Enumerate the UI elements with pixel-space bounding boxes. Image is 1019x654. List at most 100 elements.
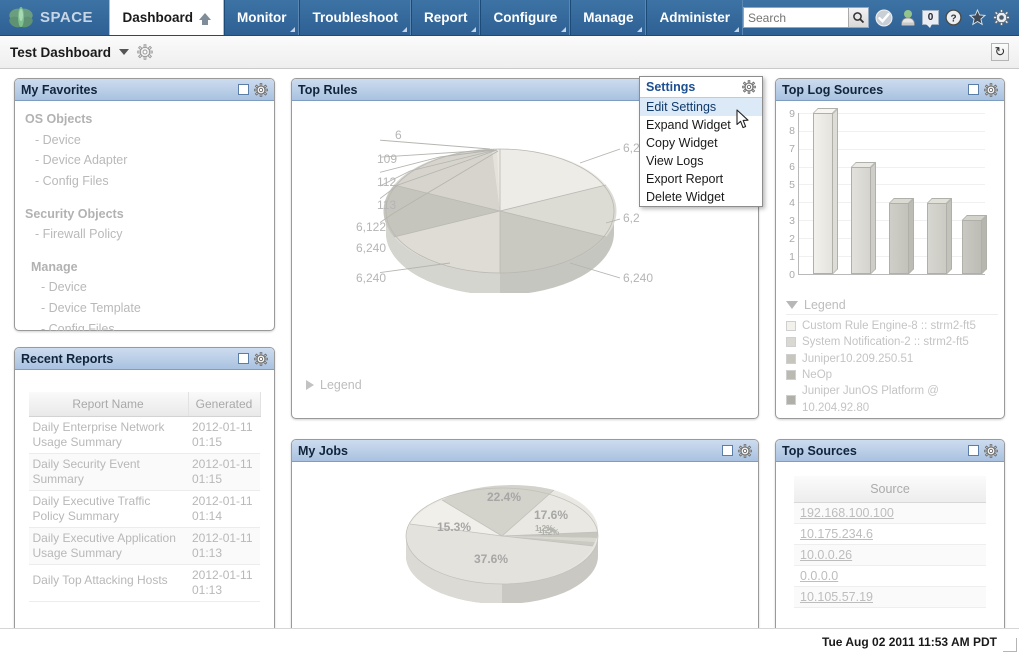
tab-troubleshoot[interactable]: Troubleshoot xyxy=(299,0,411,35)
source-link[interactable]: 192.168.100.100 xyxy=(800,506,894,520)
favorites-group-label: Security Objects xyxy=(25,206,124,221)
favorites-item[interactable]: - Device Template xyxy=(25,298,264,319)
tab-dashboard-label: Dashboard xyxy=(122,10,193,25)
favorite-star-icon[interactable] xyxy=(968,8,987,27)
dashboard-gear-icon[interactable] xyxy=(137,44,153,60)
favorites-item[interactable]: - Device xyxy=(25,277,264,298)
leaf-icon xyxy=(8,5,34,31)
table-row[interactable]: 192.168.100.100 xyxy=(794,502,986,524)
menu-item-copy-widget[interactable]: Copy Widget xyxy=(640,134,762,152)
widget-my-favorites: My Favorites OS Objects - Device - Devic… xyxy=(14,78,275,331)
column-header-source[interactable]: Source xyxy=(794,476,986,503)
legend-item[interactable]: Juniper10.209.250.51 xyxy=(786,351,998,367)
source-link[interactable]: 10.0.0.26 xyxy=(800,548,852,562)
tab-dashboard[interactable]: Dashboard xyxy=(109,0,224,35)
pie-label: 6 xyxy=(395,128,402,142)
legend-item[interactable]: Custom Rule Engine-8 :: strm2-ft5 xyxy=(786,318,998,334)
dashboard-toolbar: Test Dashboard ↻ xyxy=(0,36,1019,69)
source-link[interactable]: 10.175.234.6 xyxy=(800,527,873,541)
legend-item-label: Custom Rule Engine-8 :: strm2-ft5 xyxy=(802,320,976,332)
search-icon[interactable] xyxy=(848,8,868,27)
y-axis-tick: 1 xyxy=(789,251,795,263)
resize-grip-icon[interactable] xyxy=(1003,638,1017,652)
widget-settings-gear-icon[interactable] xyxy=(254,351,268,366)
bar-item[interactable] xyxy=(813,108,838,274)
favorites-item[interactable]: - Config Files xyxy=(25,171,264,192)
tab-administer[interactable]: Administer xyxy=(646,0,743,35)
widget-settings-gear-icon[interactable] xyxy=(254,82,268,97)
help-icon[interactable]: ? xyxy=(944,8,963,27)
favorites-item[interactable]: - Device Adapter xyxy=(25,150,264,171)
bar-item[interactable] xyxy=(851,161,876,274)
minimize-checkbox[interactable] xyxy=(722,445,733,456)
legend-item[interactable]: Juniper JunOS Platform @ 10.204.92.80 xyxy=(786,383,998,416)
table-row[interactable]: Daily Top Attacking Hosts 2012-01-11 01:… xyxy=(28,564,260,602)
table-row[interactable]: 10.0.0.26 xyxy=(794,544,986,566)
table-row[interactable]: Daily Executive Traffic Policy Summary 2… xyxy=(28,490,260,528)
tab-report-label: Report xyxy=(423,10,468,25)
check-circle-icon[interactable] xyxy=(874,8,893,27)
source-link[interactable]: 10.105.57.19 xyxy=(800,590,873,604)
chevron-right-icon xyxy=(306,380,314,390)
legend-item[interactable]: NeOp xyxy=(786,367,998,383)
table-header-row: Source xyxy=(794,476,986,503)
user-alert-icon[interactable] xyxy=(898,8,917,27)
menu-item-export-report[interactable]: Export Report xyxy=(640,170,762,188)
menu-item-view-logs[interactable]: View Logs xyxy=(640,152,762,170)
table-row[interactable]: Daily Enterprise Network Usage Summary 2… xyxy=(28,416,260,454)
favorites-item[interactable]: - Firewall Policy xyxy=(25,224,264,245)
widget-top-log-sources-title: Top Log Sources xyxy=(782,82,884,97)
cell-report-name: Daily Security Event Summary xyxy=(28,453,188,491)
minimize-checkbox[interactable] xyxy=(968,445,979,456)
widget-top-rules-title: Top Rules xyxy=(298,82,358,97)
brand-logo[interactable]: SPACE xyxy=(0,0,109,35)
top-rules-legend-toggle[interactable]: Legend xyxy=(306,378,362,392)
legend-items: Custom Rule Engine-8 :: strm2-ft5 System… xyxy=(786,314,998,416)
notification-badge-icon[interactable]: 0 xyxy=(922,10,939,28)
search-box[interactable] xyxy=(743,7,869,28)
pie-label: 113 xyxy=(377,198,397,212)
widget-settings-gear-icon[interactable] xyxy=(738,443,752,458)
minimize-checkbox[interactable] xyxy=(968,84,979,95)
status-bar: Tue Aug 02 2011 11:53 AM PDT xyxy=(0,628,1019,654)
tab-manage[interactable]: Manage xyxy=(570,0,647,35)
bar-item[interactable] xyxy=(962,215,987,274)
cell-report-name: Daily Enterprise Network Usage Summary xyxy=(28,416,188,454)
column-header-report-name[interactable]: Report Name xyxy=(28,392,189,417)
table-row[interactable]: 0.0.0.0 xyxy=(794,565,986,587)
table-row[interactable]: Daily Executive Application Usage Summar… xyxy=(28,527,260,565)
legend-item-label: Juniper JunOS Platform @ 10.204.92.80 xyxy=(802,385,939,414)
legend-swatch-icon xyxy=(786,394,796,405)
top-navigation-bar: SPACE Dashboard Monitor Troubleshoot Rep… xyxy=(0,0,1019,36)
table-row[interactable]: Daily Security Event Summary 2012-01-11 … xyxy=(28,453,260,491)
favorites-item[interactable]: - Device xyxy=(25,130,264,151)
widget-settings-menu: Settings Edit Settings Expand Widget Cop… xyxy=(639,76,763,207)
legend-item[interactable]: System Notification-2 :: strm2-ft5 xyxy=(786,334,998,350)
tab-monitor[interactable]: Monitor xyxy=(223,0,300,35)
widget-settings-gear-icon[interactable] xyxy=(984,82,998,97)
pie-label: 112 xyxy=(377,175,397,189)
dashboard-canvas: My Favorites OS Objects - Device - Devic… xyxy=(0,70,1019,654)
top-log-sources-bar-chart[interactable]: 0 1 2 3 4 5 6 7 8 9 xyxy=(782,108,987,291)
source-link[interactable]: 0.0.0.0 xyxy=(800,569,838,583)
tab-configure[interactable]: Configure xyxy=(480,0,571,35)
minimize-checkbox[interactable] xyxy=(238,84,249,95)
tab-report[interactable]: Report xyxy=(410,0,481,35)
chevron-down-icon[interactable] xyxy=(119,49,130,55)
y-axis-tick: 8 xyxy=(789,125,795,137)
settings-gear-icon[interactable] xyxy=(992,8,1011,27)
gear-icon[interactable] xyxy=(742,80,756,94)
minimize-checkbox[interactable] xyxy=(238,353,249,364)
widget-settings-gear-icon[interactable] xyxy=(984,443,998,458)
column-header-generated[interactable]: Generated xyxy=(188,392,261,417)
bar-item[interactable] xyxy=(889,197,914,274)
top-rules-pie-chart[interactable] xyxy=(327,123,621,295)
menu-item-delete-widget[interactable]: Delete Widget xyxy=(640,188,762,206)
refresh-button[interactable]: ↻ xyxy=(991,43,1009,61)
bar-item[interactable] xyxy=(927,197,952,274)
table-row[interactable]: 10.175.234.6 xyxy=(794,523,986,545)
legend-toggle[interactable]: Legend xyxy=(786,298,998,312)
favorites-item[interactable]: - Config Files xyxy=(25,319,264,331)
table-row[interactable]: 10.105.57.19 xyxy=(794,586,986,608)
search-input[interactable] xyxy=(744,8,848,27)
